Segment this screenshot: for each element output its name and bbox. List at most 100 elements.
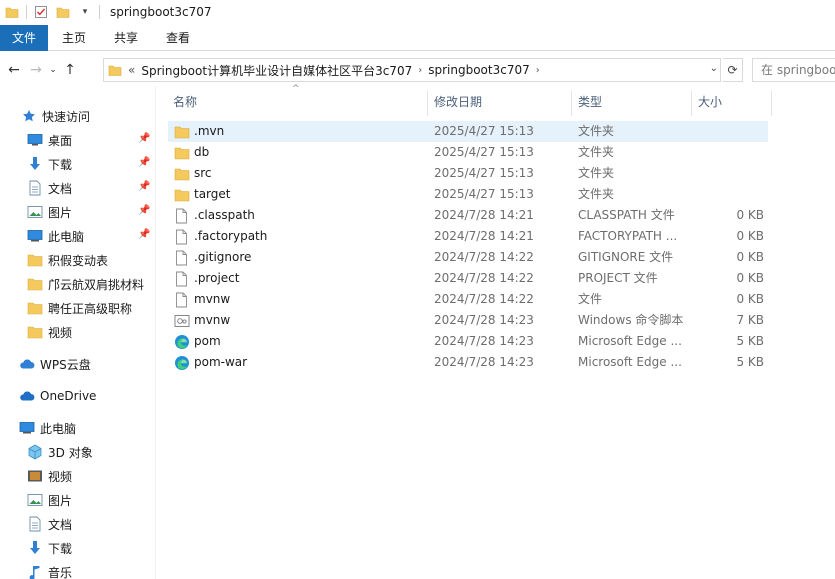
file-date: 2024/7/28 14:21 bbox=[434, 208, 534, 222]
folder-icon bbox=[173, 144, 190, 161]
nav-item-music[interactable]: 音乐 bbox=[26, 561, 72, 579]
refresh-icon[interactable]: ⟳ bbox=[723, 58, 743, 82]
nav-item-folder[interactable]: 邝云航双肩挑材料 bbox=[26, 273, 144, 295]
folder-icon bbox=[26, 252, 44, 268]
file-size bbox=[688, 163, 764, 184]
video-icon bbox=[26, 468, 44, 484]
chevron-right-icon[interactable]: › bbox=[418, 65, 422, 76]
script-icon bbox=[173, 312, 190, 329]
nav-item-folder[interactable]: 视频 bbox=[26, 321, 72, 343]
recent-locations-icon[interactable]: ⌄ bbox=[46, 58, 60, 82]
file-row[interactable]: .gitignore 2024/7/28 14:22 GITIGNORE 文件 0 K… bbox=[168, 247, 768, 268]
column-divider[interactable] bbox=[771, 90, 772, 116]
file-name: .gitignore bbox=[194, 250, 252, 264]
column-header-type[interactable]: 类型 bbox=[578, 90, 602, 114]
back-arrow-icon[interactable]: ← bbox=[4, 58, 24, 82]
file-size bbox=[688, 121, 764, 142]
nav-item-this-pc[interactable]: 此电脑 bbox=[26, 225, 84, 247]
file-row[interactable]: target 2025/4/27 15:13 文件夹 bbox=[168, 184, 768, 205]
music-icon bbox=[26, 564, 44, 579]
address-bar[interactable]: « Springboot计算机毕业设计自媒体社区平台3c707 › spring… bbox=[103, 58, 721, 82]
column-divider[interactable] bbox=[427, 90, 428, 116]
file-type: Windows 命令脚本 bbox=[578, 313, 684, 327]
column-header-size[interactable]: 大小 bbox=[698, 90, 722, 114]
properties-icon[interactable] bbox=[33, 4, 49, 20]
file-row[interactable]: src 2025/4/27 15:13 文件夹 bbox=[168, 163, 768, 184]
navigation-row: ← → ⌄ ↑ « Springboot计算机毕业设计自媒体社区平台3c707 … bbox=[0, 55, 835, 85]
file-date: 2024/7/28 14:22 bbox=[434, 271, 534, 285]
folder-icon bbox=[26, 276, 44, 292]
nav-item-this-pc-root[interactable]: 此电脑 bbox=[18, 417, 76, 439]
column-divider[interactable] bbox=[691, 90, 692, 116]
file-type: Microsoft Edge ... bbox=[578, 334, 682, 348]
pin-icon[interactable]: 📌 bbox=[138, 229, 150, 240]
nav-quick-access[interactable]: 快速访问 bbox=[20, 105, 90, 127]
pin-icon[interactable]: 📌 bbox=[138, 181, 150, 192]
file-row[interactable]: .project 2024/7/28 14:22 PROJECT 文件 0 KB bbox=[168, 268, 768, 289]
chevron-right-icon[interactable]: › bbox=[536, 65, 540, 76]
file-row[interactable]: mvnw 2024/7/28 14:23 Windows 命令脚本 7 KB bbox=[168, 310, 768, 331]
title-bar: ▾ springboot3c707 bbox=[0, 0, 835, 24]
search-input[interactable]: 在 springboot3c707 中搜索 bbox=[752, 58, 835, 82]
nav-label: 图片 bbox=[48, 205, 73, 220]
nav-item-downloads[interactable]: 下载 bbox=[26, 153, 72, 175]
nav-item-wps-cloud[interactable]: WPS云盘 bbox=[18, 353, 91, 375]
nav-item-pc-documents[interactable]: 文档 bbox=[26, 513, 72, 535]
tab-share[interactable]: 共享 bbox=[100, 25, 152, 51]
tab-file[interactable]: 文件 bbox=[0, 25, 48, 51]
nav-label: 音乐 bbox=[48, 565, 73, 579]
column-divider[interactable] bbox=[571, 90, 572, 116]
nav-item-folder[interactable]: 积假变动表 bbox=[26, 249, 108, 271]
file-row[interactable]: pom-war 2024/7/28 14:23 Microsoft Edge ...… bbox=[168, 352, 768, 373]
nav-label: 视频 bbox=[48, 325, 73, 340]
file-date: 2025/4/27 15:13 bbox=[434, 145, 534, 159]
pin-icon[interactable]: 📌 bbox=[138, 205, 150, 216]
file-row[interactable]: .classpath 2024/7/28 14:21 CLASSPATH 文件 0 K… bbox=[168, 205, 768, 226]
column-header-name[interactable]: 名称 bbox=[173, 90, 197, 114]
file-row[interactable]: pom 2024/7/28 14:23 Microsoft Edge ... 5 KB bbox=[168, 331, 768, 352]
nav-item-folder[interactable]: 聘任正高级职称 bbox=[26, 297, 132, 319]
pin-icon[interactable]: 📌 bbox=[138, 133, 150, 144]
nav-item-videos[interactable]: 视频 bbox=[26, 465, 72, 487]
file-row[interactable]: .factorypath 2024/7/28 14:21 FACTORYPATH .… bbox=[168, 226, 768, 247]
up-arrow-icon[interactable]: ↑ bbox=[60, 58, 80, 82]
tab-view[interactable]: 查看 bbox=[152, 25, 204, 51]
nav-item-pc-downloads[interactable]: 下载 bbox=[26, 537, 72, 559]
tab-home[interactable]: 主页 bbox=[48, 25, 100, 51]
nav-item-pictures[interactable]: 图片 bbox=[26, 201, 72, 223]
breadcrumb-overflow[interactable]: « bbox=[128, 63, 135, 77]
file-row[interactable]: db 2025/4/27 15:13 文件夹 bbox=[168, 142, 768, 163]
file-date: 2024/7/28 14:22 bbox=[434, 250, 534, 264]
file-size: 0 KB bbox=[736, 292, 764, 306]
forward-arrow-icon[interactable]: → bbox=[26, 58, 46, 82]
nav-item-documents[interactable]: 文档 bbox=[26, 177, 72, 199]
file-row[interactable]: .mvn 2025/4/27 15:13 文件夹 bbox=[168, 121, 768, 142]
nav-item-pc-pictures[interactable]: 图片 bbox=[26, 489, 72, 511]
pane-divider[interactable] bbox=[155, 86, 156, 579]
file-type: 文件夹 bbox=[578, 145, 615, 159]
file-size: 7 KB bbox=[736, 313, 764, 327]
file-date: 2025/4/27 15:13 bbox=[434, 166, 534, 180]
new-folder-icon[interactable] bbox=[55, 4, 71, 20]
folder-icon bbox=[26, 300, 44, 316]
column-header-date[interactable]: 修改日期 bbox=[434, 90, 482, 114]
file-date: 2025/4/27 15:13 bbox=[434, 187, 534, 201]
breadcrumb-current[interactable]: springboot3c707 bbox=[428, 63, 530, 77]
file-date: 2024/7/28 14:22 bbox=[434, 292, 534, 306]
file-row[interactable]: mvnw 2024/7/28 14:22 文件 0 KB bbox=[168, 289, 768, 310]
nav-item-onedrive[interactable]: OneDrive bbox=[18, 385, 96, 407]
breadcrumb-parent[interactable]: Springboot计算机毕业设计自媒体社区平台3c707 bbox=[141, 62, 412, 79]
nav-item-desktop[interactable]: 桌面 bbox=[26, 129, 72, 151]
quick-access-dropdown-icon[interactable]: ▾ bbox=[77, 4, 93, 20]
file-type: Microsoft Edge ... bbox=[578, 355, 682, 369]
nav-label: 积假变动表 bbox=[48, 253, 109, 268]
chevron-down-icon[interactable]: ⌄ bbox=[710, 63, 718, 74]
file-name: mvnw bbox=[194, 292, 231, 306]
download-icon bbox=[26, 156, 44, 172]
pin-icon[interactable]: 📌 bbox=[138, 157, 150, 168]
picture-icon bbox=[26, 492, 44, 508]
file-name: .mvn bbox=[194, 124, 225, 138]
file-name: db bbox=[194, 145, 210, 159]
edge-icon bbox=[173, 333, 190, 350]
nav-item-3d-objects[interactable]: 3D 对象 bbox=[26, 441, 93, 463]
